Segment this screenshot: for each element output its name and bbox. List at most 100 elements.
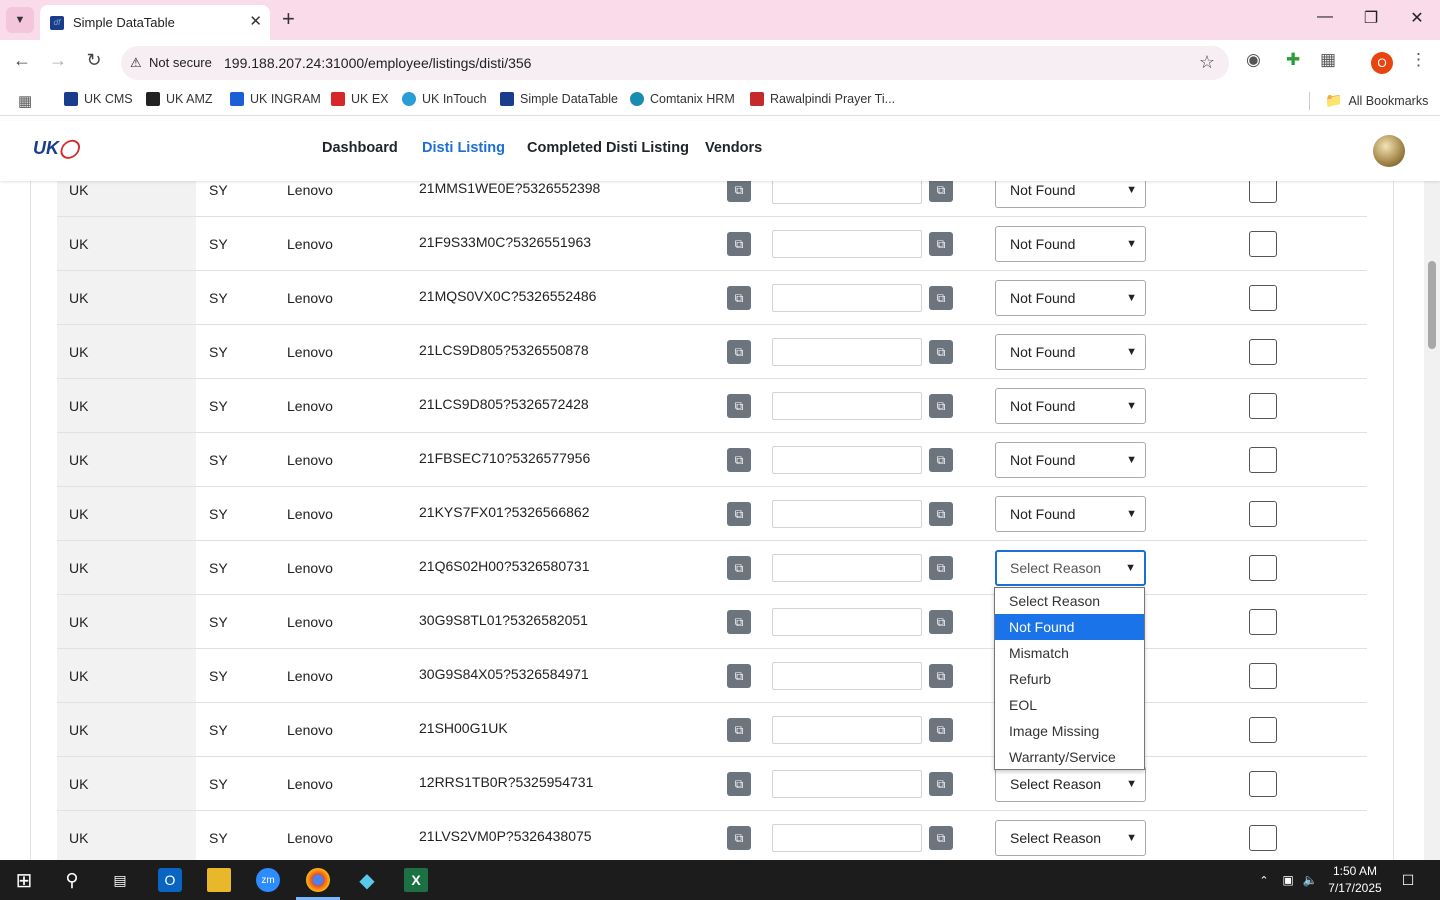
excel-icon[interactable]: X — [404, 868, 428, 892]
row-checkbox[interactable] — [1249, 771, 1277, 797]
value-input[interactable] — [772, 662, 922, 690]
notification-icon[interactable]: ☐ — [1396, 868, 1420, 892]
volume-icon[interactable]: 🔈 — [1298, 868, 1322, 892]
copy-icon[interactable]: ⧉ — [727, 286, 751, 310]
value-input[interactable] — [772, 554, 922, 582]
paste-icon[interactable]: ⧉ — [929, 394, 953, 418]
bookmark-item[interactable]: Comtanix HRM — [630, 92, 735, 106]
row-checkbox[interactable] — [1249, 285, 1277, 311]
browser-tab[interactable]: df Simple DataTable ✕ — [40, 5, 270, 40]
value-input[interactable] — [772, 608, 922, 636]
paste-icon[interactable]: ⧉ — [929, 826, 953, 850]
value-input[interactable] — [772, 284, 922, 312]
task-view-icon[interactable]: ▤ — [108, 868, 132, 892]
all-bookmarks-button[interactable]: 📁 All Bookmarks — [1325, 92, 1428, 109]
row-checkbox[interactable] — [1249, 609, 1277, 635]
row-checkbox[interactable] — [1249, 393, 1277, 419]
copy-icon[interactable]: ⧉ — [727, 394, 751, 418]
row-checkbox[interactable] — [1249, 339, 1277, 365]
bookmark-item[interactable]: UK EX — [331, 92, 389, 106]
nav-completed-disti-listing[interactable]: Completed Disti Listing — [527, 140, 689, 156]
reason-select[interactable]: Select Reason ▼ — [995, 766, 1146, 802]
extension-icon[interactable]: ✚ — [1286, 50, 1300, 70]
reason-select[interactable]: Select Reason ▼ — [995, 820, 1146, 856]
value-input[interactable] — [772, 338, 922, 366]
windows-start-icon[interactable]: ⊞ — [12, 868, 36, 892]
tab-search-button[interactable]: ▼ — [6, 7, 34, 33]
paste-icon[interactable]: ⧉ — [929, 502, 953, 526]
app-logo[interactable]: UK◯ — [33, 138, 79, 159]
translate-icon[interactable]: ◉ — [1246, 50, 1261, 70]
dropdown-option[interactable]: Refurb — [995, 666, 1144, 692]
paste-icon[interactable]: ⧉ — [929, 286, 953, 310]
value-input[interactable] — [772, 392, 922, 420]
value-input[interactable] — [772, 446, 922, 474]
menu-icon[interactable]: ⋮ — [1410, 50, 1427, 70]
nav-vendors[interactable]: Vendors — [705, 140, 762, 156]
dropdown-option[interactable]: EOL — [995, 692, 1144, 718]
page-scrollbar[interactable] — [1424, 181, 1440, 860]
profile-avatar[interactable]: O — [1371, 52, 1393, 74]
row-checkbox[interactable] — [1249, 231, 1277, 257]
paste-icon[interactable]: ⧉ — [929, 718, 953, 742]
value-input[interactable] — [772, 230, 922, 258]
nav-disti-listing[interactable]: Disti Listing — [422, 140, 505, 156]
back-icon[interactable]: ← — [10, 50, 34, 71]
paste-icon[interactable]: ⧉ — [929, 448, 953, 472]
paste-icon[interactable]: ⧉ — [929, 664, 953, 688]
reason-select[interactable]: Not Found ▼ — [995, 181, 1146, 208]
value-input[interactable] — [772, 824, 922, 852]
value-input[interactable] — [772, 716, 922, 744]
row-checkbox[interactable] — [1249, 181, 1277, 203]
dropdown-option[interactable]: Not Found — [995, 614, 1144, 640]
restore-icon[interactable]: ❐ — [1361, 8, 1381, 28]
dropdown-option[interactable]: Warranty/Service — [995, 744, 1144, 770]
row-checkbox[interactable] — [1249, 717, 1277, 743]
window-close-icon[interactable]: ✕ — [1407, 8, 1427, 28]
reason-select[interactable]: Not Found ▼ — [995, 280, 1146, 316]
copy-icon[interactable]: ⧉ — [727, 610, 751, 634]
value-input[interactable] — [772, 770, 922, 798]
user-avatar[interactable] — [1373, 135, 1405, 167]
dropdown-option[interactable]: Image Missing — [995, 718, 1144, 744]
paste-icon[interactable]: ⧉ — [929, 340, 953, 364]
close-icon[interactable]: ✕ — [249, 12, 262, 30]
network-icon[interactable]: ▣ — [1276, 868, 1300, 892]
scrollbar-thumb[interactable] — [1428, 261, 1436, 349]
reason-select[interactable]: Not Found ▼ — [995, 388, 1146, 424]
row-checkbox[interactable] — [1249, 501, 1277, 527]
zoom-icon[interactable]: zm — [256, 868, 280, 892]
dropdown-option[interactable]: Mismatch — [995, 640, 1144, 666]
reason-select[interactable]: Not Found ▼ — [995, 226, 1146, 262]
url-text[interactable]: 199.188.207.24:31000/employee/listings/d… — [224, 55, 531, 71]
copy-icon[interactable]: ⧉ — [727, 718, 751, 742]
reason-select[interactable]: Select Reason ▼ — [995, 550, 1146, 586]
copy-icon[interactable]: ⧉ — [727, 340, 751, 364]
bookmark-item[interactable]: Rawalpindi Prayer Ti... — [750, 92, 895, 106]
value-input[interactable] — [772, 181, 922, 204]
copy-icon[interactable]: ⧉ — [727, 664, 751, 688]
row-checkbox[interactable] — [1249, 825, 1277, 851]
copy-icon[interactable]: ⧉ — [727, 826, 751, 850]
reason-dropdown-list[interactable]: Select Reason Not Found Mismatch Refurb EOL I… — [994, 587, 1145, 770]
bookmark-item[interactable]: UK InTouch — [402, 92, 487, 106]
address-bar[interactable]: ⚠ Not secure 199.188.207.24:31000/employ… — [121, 46, 1229, 80]
app-diamond-icon[interactable]: ◆ — [355, 868, 379, 892]
bookmark-item[interactable]: UK AMZ — [146, 92, 213, 106]
bookmark-item[interactable]: UK INGRAM — [230, 92, 321, 106]
new-tab-button[interactable]: + — [282, 6, 295, 32]
nav-dashboard[interactable]: Dashboard — [322, 140, 398, 156]
row-checkbox[interactable] — [1249, 447, 1277, 473]
copy-icon[interactable]: ⧉ — [727, 772, 751, 796]
search-icon[interactable]: ⚲ — [60, 868, 84, 892]
tray-chevron-icon[interactable]: ⌃ — [1252, 868, 1276, 892]
file-explorer-icon[interactable] — [207, 868, 231, 892]
apps-icon[interactable]: ▦ — [18, 92, 32, 110]
paste-icon[interactable]: ⧉ — [929, 772, 953, 796]
copy-icon[interactable]: ⧉ — [727, 556, 751, 580]
copy-icon[interactable]: ⧉ — [727, 502, 751, 526]
copy-icon[interactable]: ⧉ — [727, 232, 751, 256]
bookmark-item[interactable]: UK CMS — [64, 92, 133, 106]
paste-icon[interactable]: ⧉ — [929, 610, 953, 634]
reason-select[interactable]: Not Found ▼ — [995, 442, 1146, 478]
